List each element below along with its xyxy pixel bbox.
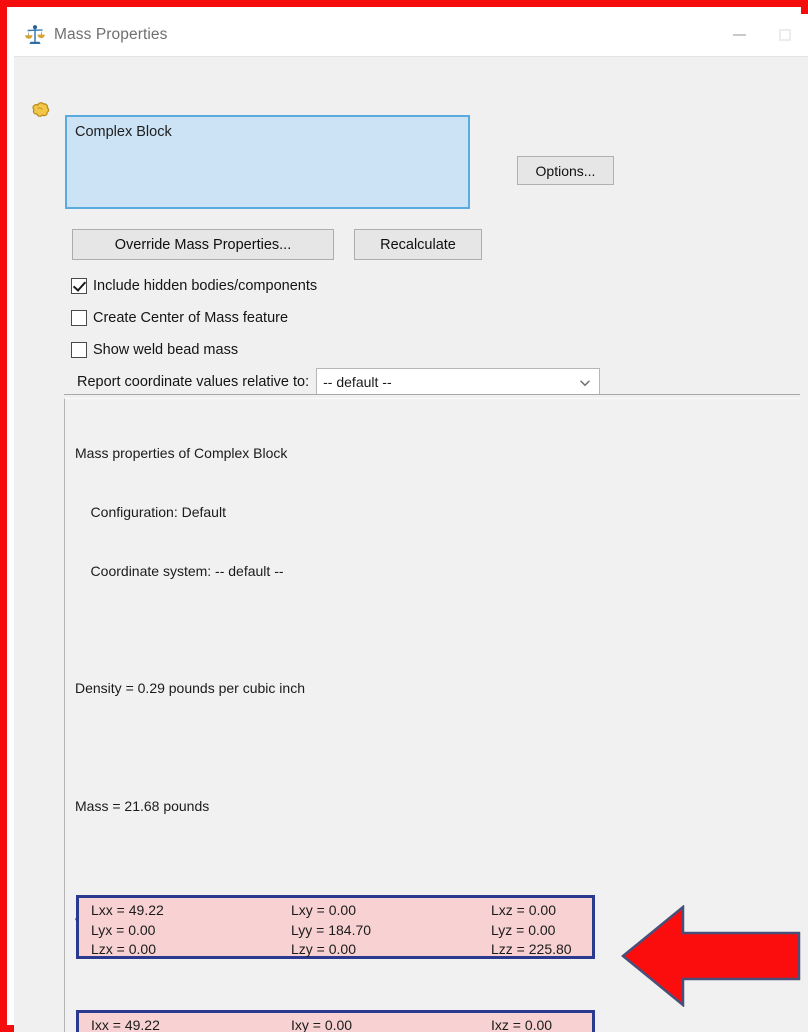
tensor-cell-lxz: Lxz = 0.00 (491, 902, 556, 918)
window-titlebar: Mass Properties (14, 14, 808, 57)
table-row: Ixx = 49.22 Ixy = 0.00 Ixz = 0.00 (91, 1016, 592, 1032)
report-coordinate-row: Report coordinate values relative to: --… (77, 368, 601, 395)
tensor-cell-ixy: Ixy = 0.00 (291, 1017, 353, 1032)
report-mass: Mass = 21.68 pounds (75, 797, 210, 814)
tensor-cell-lyy: Lyy = 184.70 (291, 921, 372, 938)
checkbox-create-com-feature[interactable]: Create Center of Mass feature (71, 308, 288, 328)
tensor-cell-lzz: Lzz = 225.80 (491, 941, 572, 958)
tensor-cell-lxx: Lxx = 49.22 (91, 902, 164, 918)
checkbox-show-weld-bead-mass-label: Show weld bead mass (93, 342, 239, 358)
tensor-cell-ixz: Ixz = 0.00 (491, 1017, 553, 1032)
tensor-cell-lyz: Lyz = 0.00 (491, 921, 556, 938)
report-title: Mass properties of Complex Block (75, 445, 288, 462)
red-annotation-frame: Mass Properties Complex Block Options...… (0, 0, 808, 1032)
maximize-icon (779, 29, 791, 41)
checkbox-include-hidden-label: Include hidden bodies/components (93, 278, 318, 294)
highlight-box-moments-at-center-of-mass: Lxx = 49.22 Lxy = 0.00 Lxz = 0.00 Lyx = … (76, 895, 595, 959)
tensor-cell-lyx: Lyx = 0.00 (91, 921, 156, 938)
report-coordinate-system: Coordinate system: -- default -- (75, 562, 284, 579)
checkbox-show-weld-bead-mass-box[interactable] (71, 342, 87, 358)
balance-scale-icon (22, 22, 48, 48)
section-divider (64, 394, 800, 395)
mass-properties-window: Mass Properties Complex Block Options...… (14, 14, 808, 1032)
report-coordinate-selected-value: -- default -- (323, 373, 392, 390)
tensor-cell-ixx: Ixx = 49.22 (91, 1017, 160, 1032)
minimize-icon (732, 34, 746, 36)
selection-listbox[interactable]: Complex Block (65, 115, 470, 209)
table-row: Lyx = 0.00 Lyy = 184.70 Lyz = 0.00 (91, 921, 592, 941)
window-body: Complex Block Options... Override Mass P… (14, 57, 808, 1032)
selection-list-item[interactable]: Complex Block (75, 123, 460, 141)
table-row: Lxx = 49.22 Lxy = 0.00 Lxz = 0.00 (91, 901, 592, 921)
window-title: Mass Properties (54, 26, 168, 43)
minimize-button[interactable] (716, 14, 762, 56)
tensor-cell-lzy: Lzy = 0.00 (291, 941, 356, 958)
red-left-arrow-annotation-icon (621, 904, 801, 1008)
tensor-cell-lzx: Lzx = 0.00 (91, 941, 156, 958)
checkbox-create-com-feature-label: Create Center of Mass feature (93, 310, 289, 326)
options-button[interactable]: Options... (517, 156, 614, 185)
table-row: Lzx = 0.00 Lzy = 0.00 Lzz = 225.80 (91, 940, 592, 960)
selected-body-icon (26, 95, 56, 125)
report-coordinate-label: Report coordinate values relative to: (77, 373, 310, 390)
checkbox-create-com-feature-box[interactable] (71, 310, 87, 326)
recalculate-button[interactable]: Recalculate (354, 229, 482, 260)
window-controls (716, 14, 808, 56)
chevron-down-icon (579, 376, 591, 388)
tensor-cell-lxy: Lxy = 0.00 (291, 902, 356, 918)
checkbox-show-weld-bead-mass[interactable]: Show weld bead mass (71, 340, 238, 360)
report-density: Density = 0.29 pounds per cubic inch (75, 680, 305, 697)
override-mass-properties-button[interactable]: Override Mass Properties... (72, 229, 334, 260)
report-configuration: Configuration: Default (75, 503, 226, 520)
checkbox-include-hidden[interactable]: Include hidden bodies/components (71, 276, 317, 296)
checkbox-include-hidden-box[interactable] (71, 278, 87, 294)
report-coordinate-select[interactable]: -- default -- (316, 368, 601, 395)
maximize-button[interactable] (762, 14, 808, 56)
highlight-box-moments-at-output-coordinate-system: Ixx = 49.22 Ixy = 0.00 Ixz = 0.00 Iyx = … (76, 1010, 595, 1032)
